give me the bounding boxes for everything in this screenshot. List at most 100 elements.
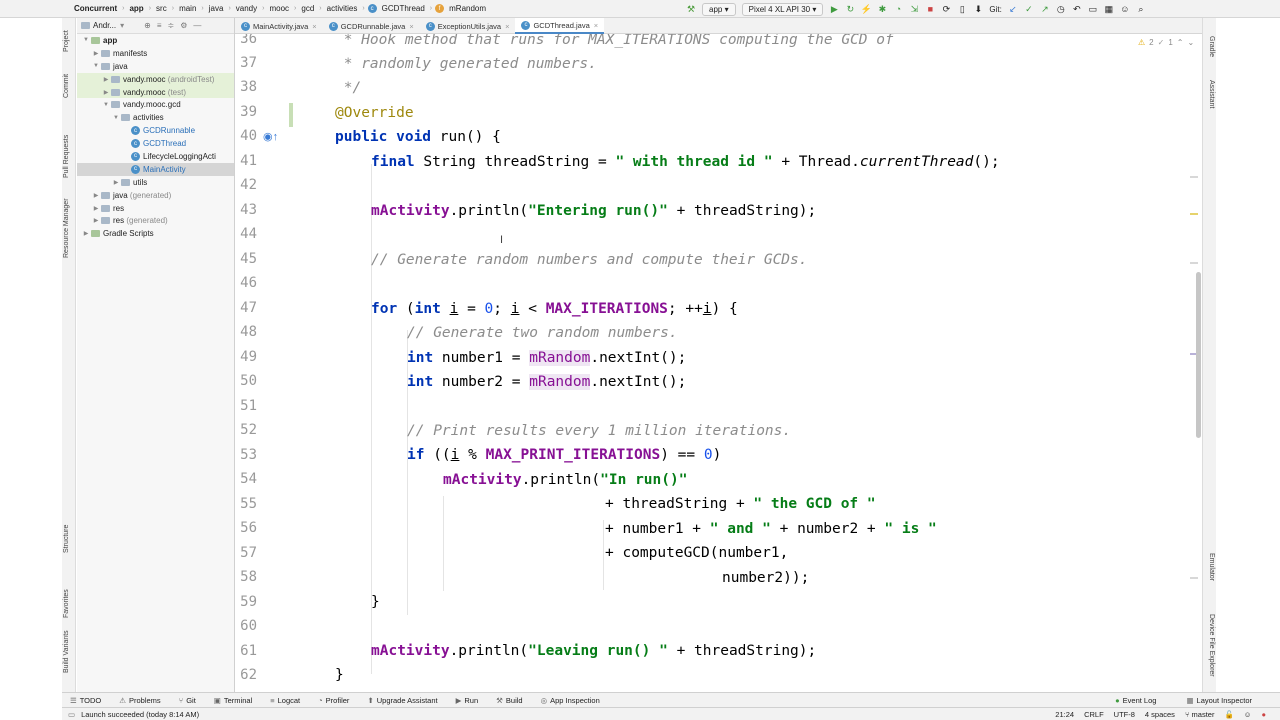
breadcrumb-item[interactable]: app xyxy=(127,4,145,13)
caret-position[interactable]: 21:24 xyxy=(1055,710,1074,719)
run-icon[interactable]: ▶ xyxy=(828,3,840,15)
lock-icon[interactable]: 🔓 xyxy=(1224,710,1233,719)
close-icon[interactable]: × xyxy=(594,21,598,30)
tool-layout-inspector[interactable]: ▦ Layout Inspector xyxy=(1178,696,1252,705)
tree-item[interactable]: ▶ res (generated) xyxy=(77,214,234,227)
tree-item[interactable]: ▶ utils xyxy=(77,176,234,189)
tree-item[interactable]: ▶ manifests xyxy=(77,47,234,60)
tab-gcdthread[interactable]: c GCDThread.java × xyxy=(515,18,605,34)
tab-exceptionutils[interactable]: c ExceptionUtils.java × xyxy=(420,18,516,34)
git-update-icon[interactable]: ↙ xyxy=(1007,3,1019,15)
tab-mainactivity[interactable]: c MainActivity.java × xyxy=(235,18,323,34)
tool-tab-device-file-explorer[interactable]: Device File Explorer xyxy=(1208,614,1215,677)
breadcrumb-item[interactable]: main xyxy=(177,4,198,13)
close-icon[interactable]: × xyxy=(312,22,316,31)
notification-icon[interactable]: ● xyxy=(1261,710,1266,719)
tab-gcdrunnable[interactable]: c GCDRunnable.java × xyxy=(323,18,420,34)
tool-tab-resource-manager[interactable]: Resource Manager xyxy=(63,198,70,258)
tool-profiler[interactable]: ◔ Profiler xyxy=(310,696,349,705)
sync-icon[interactable]: ⟳ xyxy=(940,3,952,15)
tool-git[interactable]: ⑂ Git xyxy=(171,696,196,705)
hammer-icon[interactable]: ⚒ xyxy=(685,3,697,15)
tool-logcat[interactable]: ≡ Logcat xyxy=(262,696,300,705)
indent-setting[interactable]: 4 spaces xyxy=(1145,710,1175,719)
tool-tab-structure[interactable]: Structure xyxy=(63,525,70,553)
status-window-icon[interactable]: ▭ xyxy=(68,710,75,719)
window-icon[interactable]: ▭ xyxy=(1087,3,1099,15)
tool-tab-gradle[interactable]: Gradle xyxy=(1208,36,1215,57)
file-encoding[interactable]: UTF-8 xyxy=(1114,710,1135,719)
git-branch[interactable]: ⑂ master xyxy=(1185,710,1215,719)
profile-icon[interactable]: ◔ xyxy=(892,3,904,15)
breadcrumb-item[interactable]: vandy xyxy=(234,4,259,13)
tree-item[interactable]: c MainActivity xyxy=(77,162,234,176)
tool-event-log[interactable]: ● Event Log xyxy=(1107,696,1156,705)
apply-changes-icon[interactable]: ⚡ xyxy=(860,3,872,15)
search-icon[interactable]: ⌕ xyxy=(1135,3,1147,15)
tool-tab-emulator[interactable]: Emulator xyxy=(1208,553,1215,581)
breadcrumb-item[interactable]: src xyxy=(154,4,169,13)
tree-item[interactable]: ▼ app xyxy=(77,34,234,47)
run-config-select[interactable]: app ▾ xyxy=(702,2,736,16)
code-with-me-icon[interactable]: ☺ xyxy=(1119,3,1131,15)
breadcrumb-item[interactable]: mooc xyxy=(267,4,291,13)
expand-icon[interactable]: ≑ xyxy=(168,21,175,30)
tool-tab-pull-requests[interactable]: Pull Requests xyxy=(63,135,70,178)
editor-scrollbar[interactable] xyxy=(1196,272,1201,438)
attach-debugger-icon[interactable]: ⇲ xyxy=(908,3,920,15)
history-icon[interactable]: ◷ xyxy=(1055,3,1067,15)
avd-icon[interactable]: ▯ xyxy=(956,3,968,15)
hide-icon[interactable]: — xyxy=(193,21,201,30)
close-icon[interactable]: × xyxy=(409,22,413,31)
breadcrumb-item[interactable]: activities xyxy=(325,4,360,13)
tool-upgrade-assistant[interactable]: ⬆ Upgrade Assistant xyxy=(359,696,437,705)
override-icon[interactable]: ◉↑ xyxy=(263,130,278,143)
tree-item[interactable]: ▶ Gradle Scripts xyxy=(77,227,234,240)
inspection-widget[interactable]: ⚠ 2 ✓ 1 ⌃ ⌄ xyxy=(1138,38,1194,47)
tool-app-inspection[interactable]: ◎ App Inspection xyxy=(533,696,600,705)
revert-icon[interactable]: ↶ xyxy=(1071,3,1083,15)
line-separator[interactable]: CRLF xyxy=(1084,710,1104,719)
tool-problems[interactable]: ⚠ Problems xyxy=(111,696,160,705)
stop-icon[interactable]: ■ xyxy=(924,3,936,15)
tree-item[interactable]: c LifecycleLoggingActi xyxy=(77,150,234,163)
tool-tab-assistant[interactable]: Assistant xyxy=(1208,80,1215,108)
sdk-icon[interactable]: ⬇ xyxy=(972,3,984,15)
git-commit-icon[interactable]: ✓ xyxy=(1023,3,1035,15)
status-message[interactable]: Launch succeeded (today 8:14 AM) xyxy=(81,710,199,719)
tool-tab-project[interactable]: Project xyxy=(63,30,70,52)
tree-item[interactable]: ▶ java (generated) xyxy=(77,189,234,202)
breadcrumb-item[interactable]: Concurrent xyxy=(72,4,119,13)
layout-icon[interactable]: ▦ xyxy=(1103,3,1115,15)
rerun-icon[interactable]: ↻ xyxy=(844,3,856,15)
gear-icon[interactable]: ⚙ xyxy=(180,21,187,30)
tool-build[interactable]: ⚒ Build xyxy=(488,696,522,705)
device-select[interactable]: Pixel 4 XL API 30 ▾ xyxy=(741,2,824,16)
collapse-icon[interactable]: ≡ xyxy=(157,21,162,30)
tool-todo[interactable]: ☰ TODO xyxy=(62,696,101,705)
project-view-select[interactable]: Andr... xyxy=(93,21,116,30)
chevron-down-icon[interactable]: ⌄ xyxy=(1187,38,1194,47)
git-push-icon[interactable]: ↗ xyxy=(1039,3,1051,15)
smiley-icon[interactable]: ☺ xyxy=(1244,710,1252,719)
tree-item[interactable]: ▶ vandy.mooc (test) xyxy=(77,85,234,99)
tree-item[interactable]: ▼ java xyxy=(77,60,234,73)
breadcrumb-item[interactable]: mRandom xyxy=(447,4,488,13)
tree-item[interactable]: ▶ vandy.mooc (androidTest) xyxy=(77,72,234,86)
breadcrumb-item[interactable]: java xyxy=(207,4,226,13)
breadcrumb-item[interactable]: GCDThread xyxy=(380,4,427,13)
tool-tab-favorites[interactable]: Favorites xyxy=(63,589,70,618)
tree-item[interactable]: ▼ activities xyxy=(77,111,234,124)
code-editor[interactable]: 36 37 38 39 40 41 42 43 44 45 46 47 48 4… xyxy=(235,34,1202,692)
debug-icon[interactable]: ✱ xyxy=(876,3,888,15)
chevron-up-icon[interactable]: ⌃ xyxy=(1177,38,1184,47)
tool-tab-build-variants[interactable]: Build Variants xyxy=(63,630,70,673)
target-icon[interactable]: ⊕ xyxy=(144,21,151,30)
tree-item[interactable]: c GCDRunnable xyxy=(77,124,234,137)
close-icon[interactable]: × xyxy=(505,22,509,31)
source-code[interactable]: * Hook method that runs for MAX_ITERATIO… xyxy=(335,34,1000,683)
tree-item[interactable]: ▶ res xyxy=(77,202,234,215)
tool-terminal[interactable]: ▣ Terminal xyxy=(206,696,252,705)
tree-item[interactable]: c GCDThread xyxy=(77,137,234,150)
tree-item[interactable]: ▼ vandy.mooc.gcd xyxy=(77,98,234,111)
